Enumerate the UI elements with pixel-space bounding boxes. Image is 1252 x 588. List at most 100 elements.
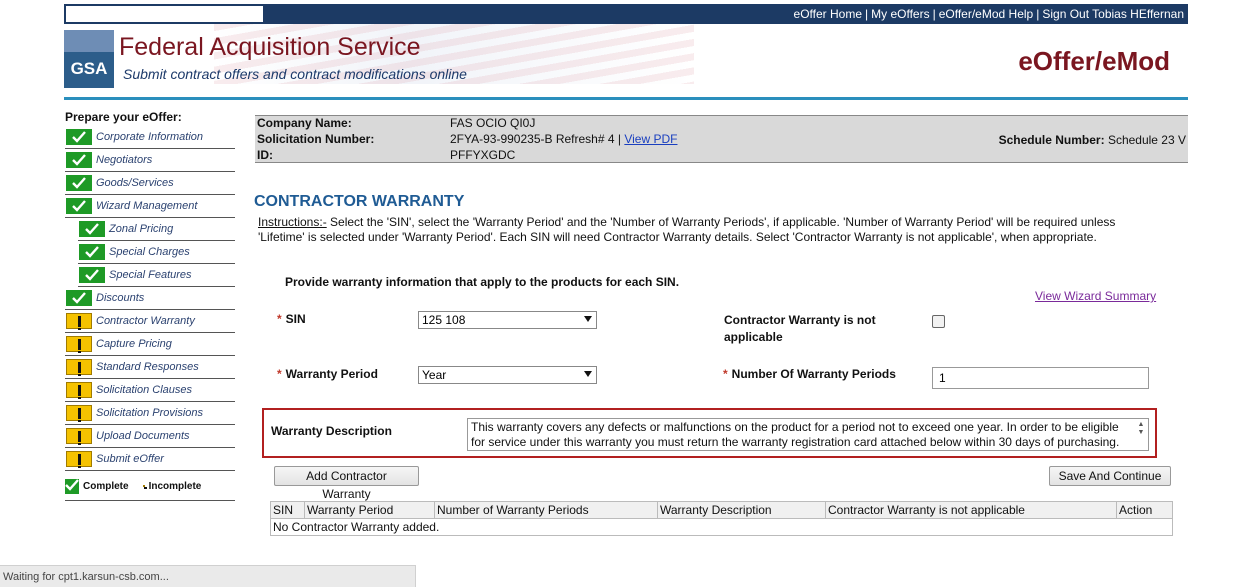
sidebar-list: Corporate Information Negotiators Goods/Se… — [65, 126, 235, 471]
warning-icon — [66, 359, 92, 376]
table-row: No Contractor Warranty added. — [271, 519, 1173, 536]
warranty-description-label: Warranty Description — [271, 424, 392, 438]
sidebar-item-label: Special Charges — [109, 246, 190, 258]
nav-my-eoffers[interactable]: My eOffers — [871, 7, 929, 21]
sidebar-item-special-features[interactable]: Special Features — [78, 264, 235, 287]
gsa-logo-text: GSA — [70, 59, 108, 78]
add-contractor-warranty-button[interactable]: Add Contractor Warranty — [274, 466, 419, 501]
warranty-table: SIN Warranty Period Number of Warranty P… — [270, 501, 1173, 536]
sidebar-item-label: Contractor Warranty — [96, 315, 195, 327]
sidebar-item-label: Corporate Information — [96, 131, 203, 143]
nav-eoffer-home[interactable]: eOffer Home — [794, 7, 862, 21]
company-name-label: Company Name: — [257, 116, 352, 130]
sidebar-item-wizard-management[interactable]: Wizard Management — [65, 195, 235, 218]
sidebar-item-discounts[interactable]: Discounts — [65, 287, 235, 310]
sidebar-item-label: Submit eOffer — [96, 453, 164, 465]
header-tagline: Submit contract offers and contract modi… — [123, 66, 467, 82]
solicitation-number-label: Solicitation Number: — [257, 132, 375, 146]
page-title: CONTRACTOR WARRANTY — [254, 193, 465, 210]
check-icon — [65, 478, 79, 494]
header-title: Federal Acquisition Service — [119, 33, 421, 61]
instructions: Instructions:- Select the 'SIN', select … — [258, 215, 1158, 245]
solicitation-number-value: 2FYA-93-990235-B Refresh# 4 | — [450, 132, 621, 146]
check-icon — [66, 129, 92, 145]
sin-label-row: * SIN — [277, 312, 306, 326]
sidebar-item-negotiators[interactable]: Negotiators — [65, 149, 235, 172]
sidebar-title: Prepare your eOffer: — [65, 110, 182, 124]
nav-separator: | — [932, 7, 936, 21]
check-icon — [79, 244, 105, 260]
sin-select[interactable]: 125 108 — [418, 311, 597, 329]
sidebar-item-contractor-warranty[interactable]: Contractor Warranty — [65, 310, 235, 333]
num-periods-label-row: * Number Of Warranty Periods — [723, 367, 896, 381]
sidebar-item-standard-responses[interactable]: Standard Responses — [65, 356, 235, 379]
nav-separator: | — [1036, 7, 1040, 21]
header-brand: eOffer/eMod — [1018, 46, 1170, 76]
sidebar-item-upload-documents[interactable]: Upload Documents — [65, 425, 235, 448]
legend-incomplete-label: Incomplete — [148, 480, 202, 492]
site-header: GSA Federal Acquisition Service Submit c… — [64, 24, 1188, 98]
sidebar-item-label: Discounts — [96, 292, 145, 304]
warning-icon — [66, 382, 92, 399]
status-legend: Complete Incomplete — [65, 476, 235, 496]
company-info-panel: Company Name: FAS OCIO QI0J Solicitation… — [255, 115, 1188, 163]
sidebar-item-goods-services[interactable]: Goods/Services — [65, 172, 235, 195]
sidebar-item-label: Capture Pricing — [96, 338, 172, 350]
scroll-arrows-icon[interactable]: ▲ ▼ — [1136, 421, 1146, 437]
sidebar-item-solicitation-provisions[interactable]: Solicitation Provisions — [65, 402, 235, 425]
company-name-value: FAS OCIO QI0J — [450, 116, 536, 130]
col-warranty-period: Warranty Period — [304, 501, 435, 519]
sin-label: SIN — [285, 312, 306, 326]
sidebar-item-solicitation-clauses[interactable]: Solicitation Clauses — [65, 379, 235, 402]
save-and-continue-button[interactable]: Save And Continue — [1049, 466, 1171, 486]
sidebar-item-label: Standard Responses — [96, 361, 199, 373]
sidebar-item-submit-eoffer[interactable]: Submit eOffer — [65, 448, 235, 471]
warning-icon — [66, 451, 92, 468]
nav-help[interactable]: eOffer/eMod Help — [939, 7, 1034, 21]
sin-select-wrap: 125 108 — [418, 311, 597, 329]
sidebar-item-capture-pricing[interactable]: Capture Pricing — [65, 333, 235, 356]
sidebar-item-label: Zonal Pricing — [109, 223, 174, 235]
not-applicable-checkbox[interactable] — [932, 315, 945, 328]
nav-sign-out[interactable]: Sign Out Tobias HEffernan — [1042, 7, 1184, 21]
warning-icon — [66, 405, 92, 422]
check-icon — [66, 152, 92, 168]
view-pdf-link[interactable]: View PDF — [624, 132, 677, 146]
col-not-applicable: Contractor Warranty is not applicable — [825, 501, 1117, 519]
sidebar-item-special-charges[interactable]: Special Charges — [78, 241, 235, 264]
check-icon — [66, 198, 92, 214]
col-description: Warranty Description — [657, 501, 826, 519]
schedule-number: Schedule Number: Schedule 23 V — [999, 133, 1186, 147]
warning-icon — [66, 336, 92, 353]
sidebar-item-label: Goods/Services — [96, 177, 174, 189]
browser-status-bar: Waiting for cpt1.karsun-csb.com... — [0, 565, 416, 587]
sidebar-item-label: Negotiators — [96, 154, 153, 166]
id-value: PFFYXGDC — [450, 148, 516, 162]
table-header-row: SIN Warranty Period Number of Warranty P… — [270, 501, 1173, 519]
warning-icon — [66, 428, 92, 445]
required-marker: * — [277, 312, 282, 326]
sidebar-item-label: Special Features — [109, 269, 192, 281]
warranty-period-select[interactable]: Year — [418, 366, 597, 384]
sidebar-item-label: Solicitation Provisions — [96, 407, 203, 419]
sidebar-item-label: Solicitation Clauses — [96, 384, 192, 396]
view-wizard-summary-link[interactable]: View Wizard Summary — [1035, 289, 1156, 303]
check-icon — [66, 175, 92, 191]
legend-complete-label: Complete — [83, 480, 129, 492]
sidebar-item-label: Upload Documents — [96, 430, 190, 442]
top-bar-blank-panel — [66, 6, 263, 22]
warranty-description-textarea[interactable]: This warranty covers any defects or malf… — [467, 418, 1149, 451]
num-periods-input[interactable] — [932, 367, 1149, 389]
warranty-period-select-wrap: Year — [418, 366, 597, 384]
provide-info-text: Provide warranty information that apply … — [285, 275, 680, 289]
col-num-periods: Number of Warranty Periods — [434, 501, 658, 519]
check-icon — [66, 290, 92, 306]
sidebar-item-label: Wizard Management — [96, 200, 198, 212]
warranty-period-label-row: * Warranty Period — [277, 367, 378, 381]
sidebar-item-zonal-pricing[interactable]: Zonal Pricing — [78, 218, 235, 241]
schedule-number-label: Schedule Number: — [998, 133, 1105, 147]
col-sin: SIN — [270, 501, 305, 519]
sidebar-item-corporate-information[interactable]: Corporate Information — [65, 126, 235, 149]
solicitation-number-row: 2FYA-93-990235-B Refresh# 4 | View PDF — [450, 132, 677, 146]
top-nav-links: eOffer Home | My eOffers | eOffer/eMod Help |… — [794, 4, 1184, 24]
